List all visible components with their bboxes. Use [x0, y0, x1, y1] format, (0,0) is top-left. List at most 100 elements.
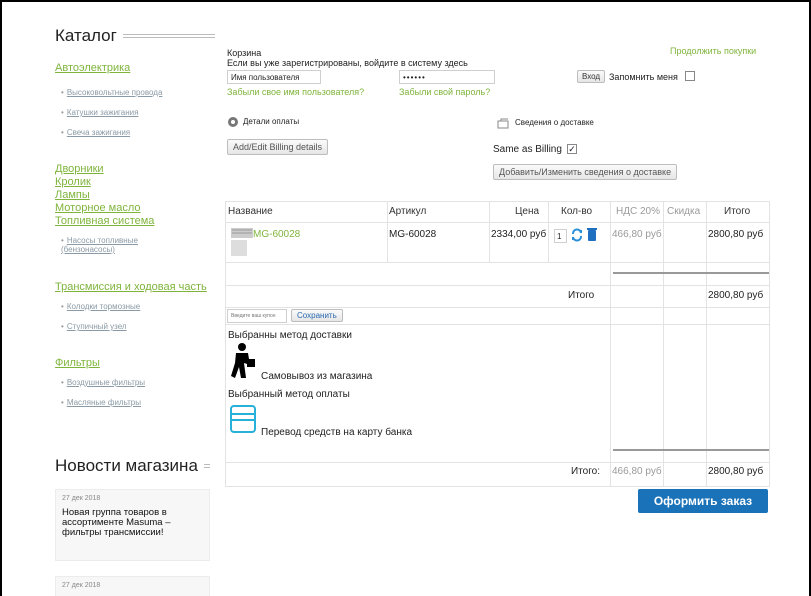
category-link[interactable]: Кролик	[55, 176, 215, 189]
category-link[interactable]: Моторное масло	[55, 202, 215, 215]
remember-checkbox[interactable]	[685, 71, 695, 81]
shipping-method-value: Самовывоз из магазина	[261, 371, 373, 382]
subcategory-link[interactable]: • Насосы топливные (бензонасосы)	[61, 236, 181, 254]
payment-method-label: Выбранный метод оплаты	[228, 389, 350, 400]
cart-main: Корзина Продолжить покупки Если вы уже з…	[225, 0, 770, 596]
subcategory-link[interactable]: • Колодки тормозные	[61, 302, 215, 312]
subcategory-link[interactable]: • Свеча зажигания	[61, 128, 215, 138]
col-qty: Кол-во	[561, 206, 593, 217]
table-rule	[225, 262, 770, 263]
product-price: 2334,00 руб	[491, 229, 547, 240]
subcategory-link[interactable]: • Воздушные фильтры	[61, 378, 215, 388]
bullet: •	[61, 236, 64, 245]
product-vat: 466,80 руб	[612, 229, 662, 240]
password-field[interactable]: ••••••	[399, 70, 495, 84]
subcategory-link[interactable]: • Масляные фильтры	[61, 398, 215, 408]
grand-vat-value: 466,80 руб	[612, 466, 662, 477]
grand-total-value: 2800,80 руб	[708, 466, 764, 477]
table-rule	[548, 201, 549, 262]
product-name-link[interactable]: MG-60028	[253, 229, 300, 240]
table-rule	[663, 201, 664, 487]
table-rule	[489, 201, 490, 262]
col-sku: Артикул	[389, 206, 427, 217]
delete-item-icon[interactable]	[587, 228, 597, 242]
table-rule	[225, 307, 770, 308]
category-link[interactable]: Лампы	[55, 189, 215, 202]
table-rule	[613, 272, 769, 274]
news-item[interactable]: 27 дек 2018 Новая группа товаров в ассор…	[55, 489, 210, 561]
same-as-billing-checkbox[interactable]: ✓	[567, 144, 577, 154]
table-rule	[225, 285, 770, 286]
login-button[interactable]: Вход	[577, 70, 606, 83]
category-link[interactable]: Трансмиссия и ходовая часть	[55, 281, 215, 294]
col-price: Цена	[515, 206, 540, 217]
col-name: Название	[228, 206, 273, 217]
continue-shopping-link[interactable]: Продолжить покупки	[670, 46, 756, 56]
table-rule	[769, 201, 770, 487]
edit-billing-button[interactable]: Add/Edit Billing details	[227, 139, 329, 155]
heading-rule	[122, 34, 215, 38]
billing-title: Детали оплаты	[243, 117, 300, 126]
bullet: •	[61, 128, 64, 137]
bullet: •	[61, 302, 64, 311]
heading-rule	[203, 464, 210, 468]
quantity-input[interactable]: 1	[554, 229, 567, 243]
news-text: Новая группа товаров в ассортименте Masu…	[62, 507, 171, 538]
subcategory-link[interactable]: • Высоковольтные провода	[61, 88, 215, 98]
news-item[interactable]: 27 дек 2018	[55, 576, 210, 596]
shipping-icon	[497, 118, 509, 129]
forgot-username-link[interactable]: Забыли свое имя пользователя?	[227, 87, 364, 97]
username-field[interactable]: Имя пользователя	[227, 70, 321, 84]
table-rule	[610, 201, 611, 487]
subcategory-link[interactable]: • Ступичный узел	[61, 322, 215, 332]
table-rule	[225, 324, 770, 325]
table-rule	[387, 201, 388, 262]
shipping-method-label: Выбранны метод доставки	[228, 330, 352, 341]
remember-label: Запомнить меня	[609, 72, 678, 82]
news-date: 27 дек 2018	[62, 582, 101, 589]
place-order-button[interactable]: Оформить заказ	[638, 489, 768, 513]
table-rule	[706, 201, 707, 487]
payment-method-value: Перевод средств на карту банка	[261, 427, 413, 438]
category-link[interactable]: Автоэлектрика	[55, 62, 215, 75]
catalog-heading: Каталог	[55, 26, 215, 46]
coupon-input[interactable]	[227, 309, 287, 323]
product-thumbnail[interactable]	[229, 226, 255, 258]
table-rule	[225, 486, 770, 487]
subtotal-value: 2800,80 руб	[708, 290, 764, 301]
subtotal-label: Итого	[568, 290, 595, 301]
col-discount: Скидка	[667, 206, 701, 217]
table-rule	[225, 462, 770, 463]
subcategory-link[interactable]: • Катушки зажигания	[61, 108, 215, 118]
pickup-person-icon	[231, 343, 255, 378]
product-sku: MG-60028	[389, 229, 437, 240]
bullet: •	[61, 322, 64, 331]
category-link[interactable]: Топливная система	[55, 215, 215, 228]
billing-icon	[228, 117, 238, 127]
news-heading: Новости магазина	[55, 456, 210, 476]
table-rule	[225, 201, 226, 487]
col-total: Итого	[724, 206, 751, 217]
shipping-title: Сведения о доставке	[515, 118, 594, 127]
product-total: 2800,80 руб	[708, 229, 764, 240]
save-coupon-button[interactable]: Сохранить	[291, 309, 343, 322]
bank-card-icon	[230, 405, 256, 433]
bullet: •	[61, 108, 64, 117]
category-link[interactable]: Дворники	[55, 163, 215, 176]
bullet: •	[61, 88, 64, 97]
col-vat: НДС 20%	[616, 206, 661, 217]
forgot-password-link[interactable]: Забыли свой пароль?	[399, 87, 490, 97]
cart-title: Корзина	[227, 48, 262, 58]
category-link[interactable]: Фильтры	[55, 357, 215, 370]
table-rule	[225, 201, 770, 202]
update-quantity-icon[interactable]	[571, 228, 583, 242]
edit-shipping-button[interactable]: Добавить/Изменить сведения о доставке	[493, 164, 678, 180]
grand-total-label: Итого:	[571, 466, 600, 477]
bullet: •	[61, 378, 64, 387]
table-rule	[225, 222, 770, 223]
same-as-billing-label: Same as Billing	[493, 144, 562, 155]
table-rule	[613, 449, 769, 451]
news-date: 27 дек 2018	[62, 495, 101, 502]
bullet: •	[61, 398, 64, 407]
login-prompt: Если вы уже зарегистрированы, войдите в …	[227, 58, 468, 68]
